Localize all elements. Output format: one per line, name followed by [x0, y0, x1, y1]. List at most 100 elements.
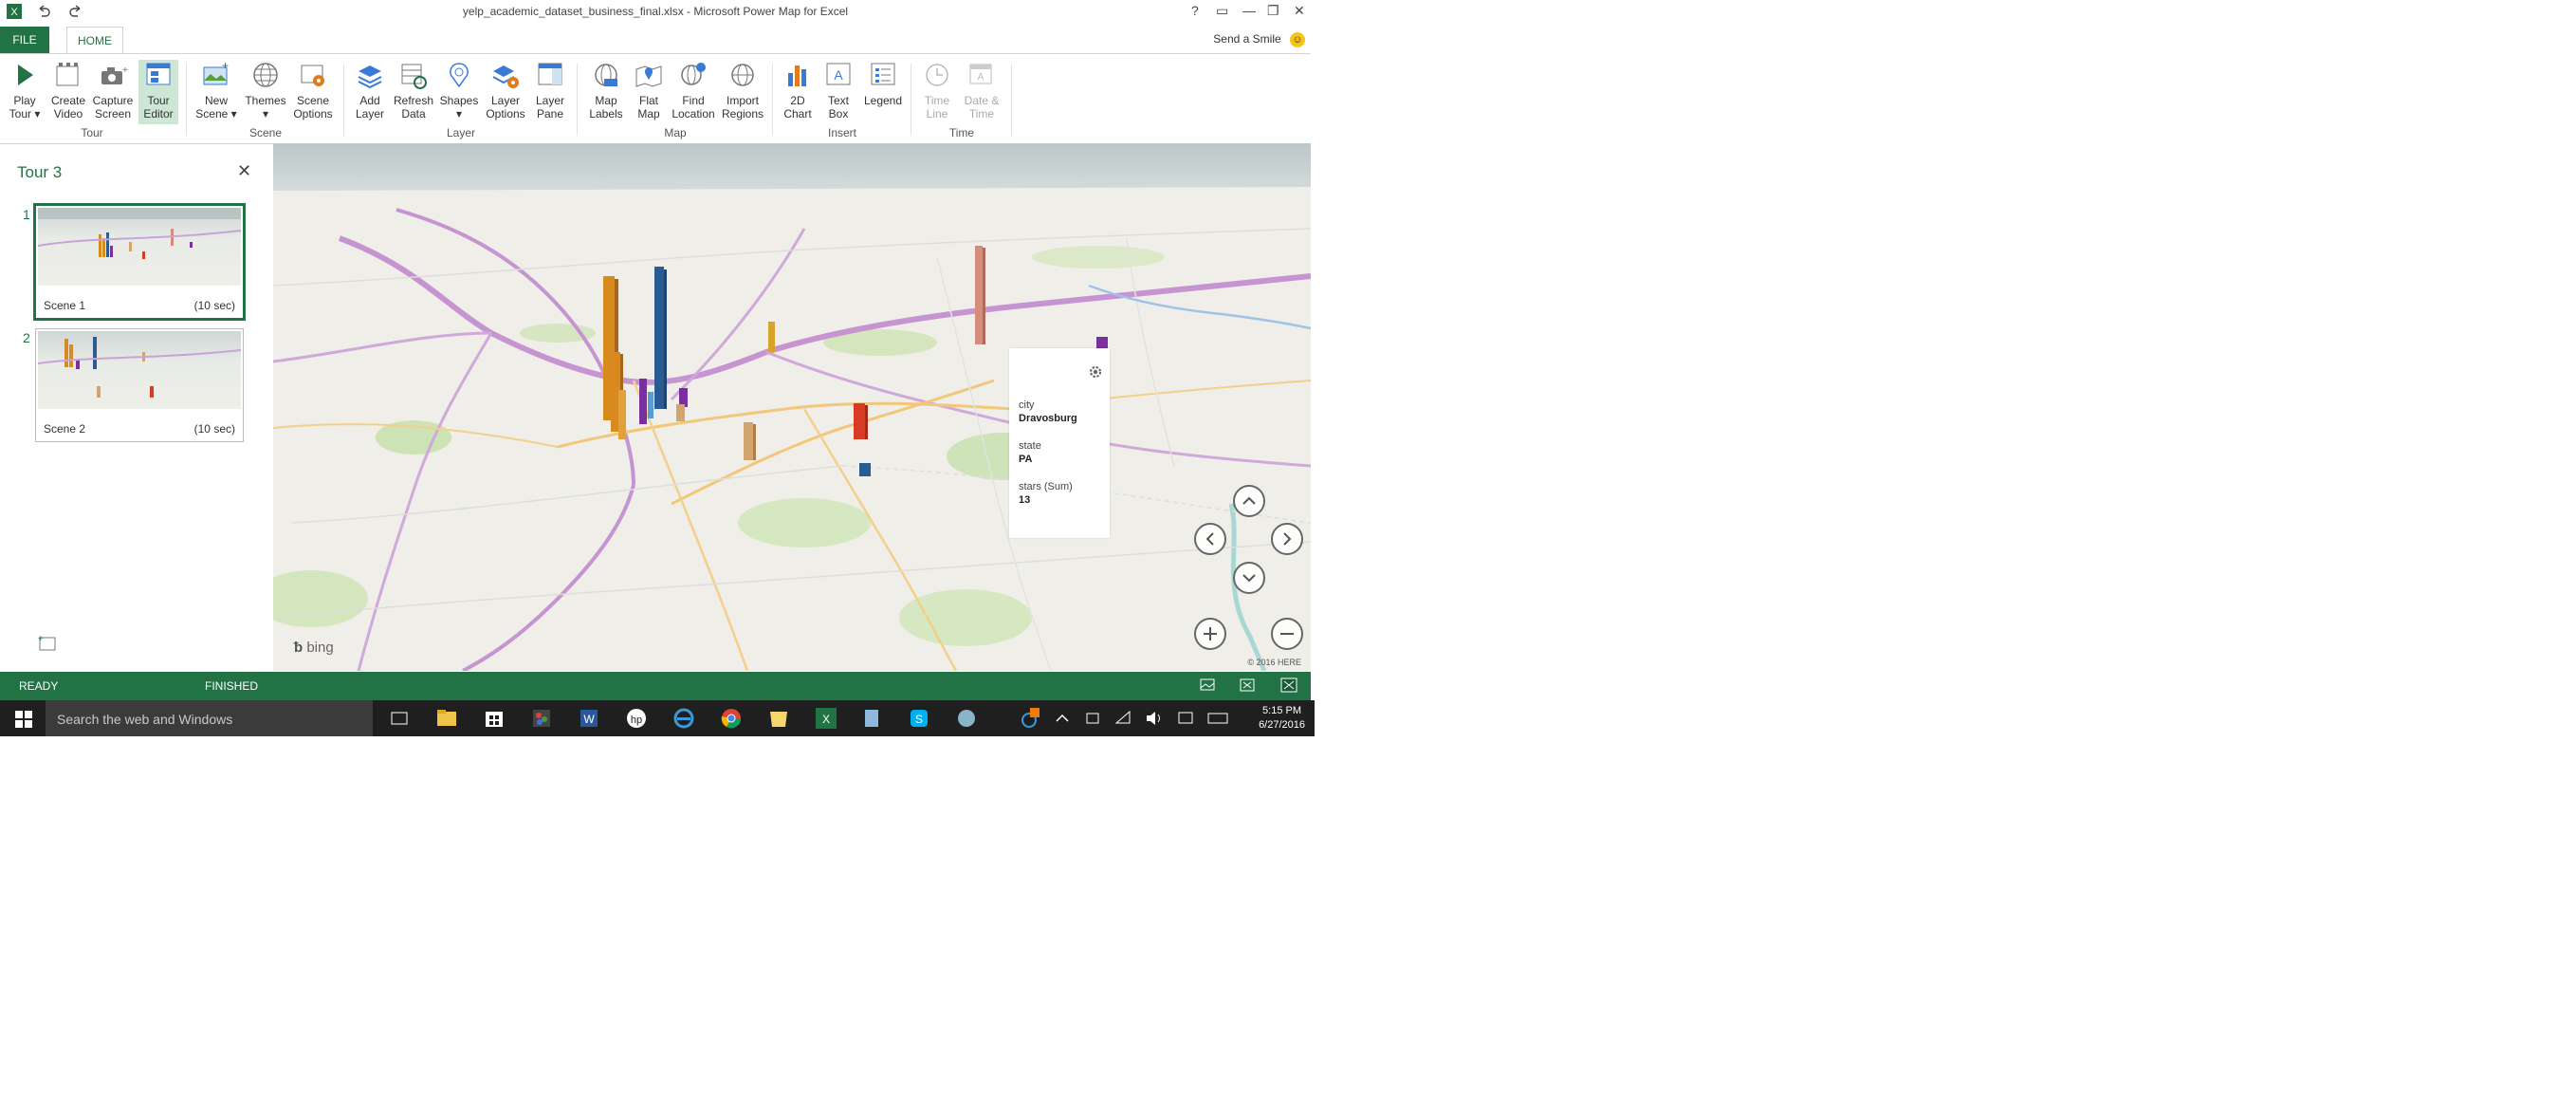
add-scene-icon[interactable]: + — [36, 634, 57, 651]
scene-options-label-1: Scene — [296, 94, 330, 107]
file-explorer-icon[interactable] — [434, 706, 459, 731]
flat-map-button[interactable]: Flat Map — [630, 60, 668, 121]
map-view[interactable]: ᵬ bing © 2016 HERE — [273, 143, 1311, 671]
2d-chart-button[interactable]: 2D Chart — [780, 60, 816, 121]
group-separator — [577, 64, 578, 136]
tab-file[interactable]: FILE — [0, 27, 49, 53]
close-tour-pane-button[interactable]: ✕ — [237, 161, 251, 181]
notepad-icon[interactable] — [859, 706, 884, 731]
layer-pane-label-1: Layer — [535, 94, 565, 107]
zoom-in-button[interactable] — [1194, 618, 1226, 650]
chevron-up-icon[interactable] — [1053, 706, 1072, 731]
excel-taskbar-icon[interactable]: X — [814, 706, 838, 731]
scene-thumbnail — [38, 331, 241, 409]
tray-app-icon[interactable] — [1083, 706, 1102, 731]
scene-options-label-2: Options — [293, 107, 333, 121]
message-icon[interactable] — [1176, 706, 1195, 731]
minimize-button[interactable]: — — [1242, 3, 1256, 18]
tab-home[interactable]: HOME — [66, 27, 123, 54]
task-view-icon[interactable] — [387, 706, 412, 731]
text-box-label-2: Box — [828, 107, 849, 121]
legend-button[interactable]: Legend — [861, 60, 905, 107]
capture-screen-button[interactable]: + Capture Screen — [91, 60, 135, 121]
column-bar[interactable] — [744, 422, 756, 460]
tour-editor-button[interactable]: Tour Editor — [138, 60, 178, 124]
column-bar[interactable] — [639, 379, 647, 424]
store-icon[interactable] — [482, 706, 506, 731]
scene-number: 1 — [23, 207, 30, 222]
time-line-button[interactable]: Time Line — [918, 60, 956, 121]
layer-options-button[interactable]: Layer Options — [484, 60, 527, 121]
column-bar[interactable] — [854, 403, 868, 439]
create-video-button[interactable]: Create Video — [47, 60, 89, 121]
shapes-button[interactable]: Shapes ▾ — [438, 60, 480, 121]
column-bar[interactable] — [654, 267, 667, 409]
scene-options-button[interactable]: Scene Options — [290, 60, 336, 121]
send-a-smile-button[interactable]: Send a Smile ☺ — [1213, 32, 1305, 47]
layer-pane-button[interactable]: Layer Pane — [531, 60, 569, 121]
taskbar-search-box[interactable]: Search the web and Windows — [46, 700, 373, 736]
gear-icon[interactable] — [1087, 363, 1104, 380]
hp-icon[interactable]: hp — [624, 706, 649, 731]
tilt-up-button[interactable] — [1233, 485, 1265, 517]
new-scene-button[interactable]: + New Scene ▾ — [195, 59, 237, 121]
rotate-right-button[interactable] — [1271, 523, 1303, 555]
scene-card-1[interactable]: Scene 1 (10 sec) — [33, 203, 246, 321]
column-bar[interactable] — [975, 246, 985, 344]
column-bar[interactable] — [676, 404, 685, 421]
map-labels-label-2: Labels — [589, 107, 623, 121]
svg-text:S: S — [915, 713, 923, 726]
full-screen-icon[interactable] — [1280, 677, 1297, 693]
keyboard-icon[interactable] — [1206, 706, 1229, 731]
help-button[interactable]: ? — [1191, 3, 1199, 18]
scene-options-icon — [298, 60, 328, 90]
ribbon-display-options-button[interactable]: ▭ — [1216, 3, 1228, 19]
text-box-button[interactable]: A Text Box — [819, 60, 857, 121]
windows-start-icon[interactable] — [15, 711, 32, 728]
refresh-data-label-2: Data — [401, 107, 426, 121]
map-labels-button[interactable]: Map Labels — [586, 60, 626, 121]
wifi-icon[interactable] — [1113, 706, 1132, 731]
import-regions-button[interactable]: Import Regions — [719, 60, 766, 121]
time-line-label-2: Line — [926, 107, 948, 121]
column-bar[interactable] — [859, 463, 871, 476]
find-location-button[interactable]: Find Location — [670, 60, 717, 121]
play-tour-button[interactable]: Play Tour ▾ — [6, 60, 44, 121]
column-bar[interactable] — [648, 392, 653, 418]
plus-icon — [1204, 627, 1217, 640]
fit-view-icon[interactable] — [1239, 677, 1256, 693]
taskbar-clock[interactable]: 5:15 PM 6/27/2016 — [1259, 704, 1305, 733]
skype-icon[interactable]: S — [907, 706, 931, 731]
notification-app-icon[interactable] — [1019, 706, 1043, 731]
camera-icon: + — [98, 60, 128, 90]
minus-icon — [1280, 633, 1294, 635]
word-icon[interactable]: W — [577, 706, 601, 731]
field-value-stars: 13 — [1019, 494, 1031, 506]
chevron-down-icon — [1242, 574, 1256, 583]
capture-screen-label-1: Capture — [92, 94, 134, 107]
zoom-out-button[interactable] — [1271, 618, 1303, 650]
scene-view-icon[interactable] — [1199, 677, 1216, 693]
tilt-down-button[interactable] — [1233, 562, 1265, 594]
svg-text:hp: hp — [631, 715, 642, 726]
scene-number: 2 — [23, 330, 30, 345]
sticky-notes-icon[interactable] — [766, 706, 791, 731]
svg-text:+: + — [38, 634, 44, 644]
tour-editor-icon — [143, 60, 174, 90]
add-layer-button[interactable]: Add Layer — [351, 60, 389, 121]
app-icon[interactable] — [954, 706, 979, 731]
internet-explorer-icon[interactable] — [672, 706, 696, 731]
close-button[interactable]: ✕ — [1294, 3, 1305, 19]
column-bar[interactable] — [618, 390, 626, 439]
refresh-data-button[interactable]: Refresh Data — [393, 60, 434, 121]
date-time-button[interactable]: A Date & Time — [960, 60, 1003, 121]
restore-button[interactable]: ❐ — [1267, 3, 1279, 19]
scene-card-2[interactable]: Scene 2 (10 sec) — [35, 328, 244, 442]
paint-icon[interactable] — [529, 706, 554, 731]
themes-button[interactable]: Themes ▾ — [243, 60, 288, 121]
chrome-icon[interactable] — [719, 706, 744, 731]
map-canvas[interactable] — [273, 143, 1311, 671]
column-bar[interactable] — [768, 322, 775, 352]
volume-icon[interactable] — [1144, 706, 1165, 731]
rotate-left-button[interactable] — [1194, 523, 1226, 555]
